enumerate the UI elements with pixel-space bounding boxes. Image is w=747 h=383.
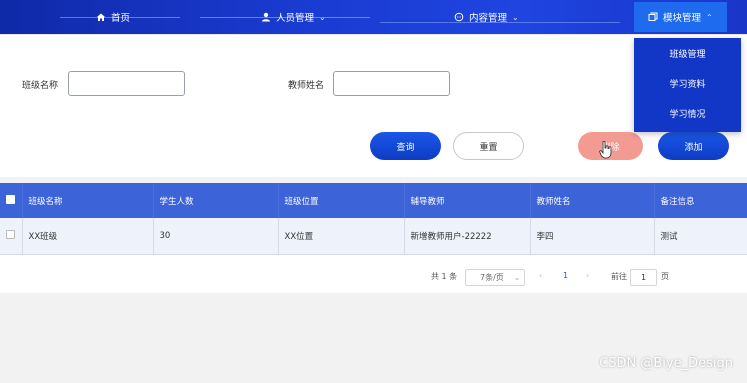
table-cell: 30 bbox=[153, 218, 279, 255]
menu-item-class-management[interactable]: 班级管理 bbox=[634, 38, 741, 68]
data-table: 班级名称 学生人数 班级位置 辅导教师 教师姓名 备注信息 XX班级 30 XX… bbox=[0, 183, 747, 263]
table-cell: 李四 bbox=[530, 218, 655, 255]
nav-item-label: 模块管理 bbox=[663, 13, 702, 24]
table-cell: 测试 bbox=[654, 218, 747, 255]
add-button[interactable]: 添加 bbox=[658, 132, 729, 160]
goto-label: 前往 bbox=[611, 272, 627, 281]
row-checkbox-cell[interactable] bbox=[0, 218, 23, 255]
total-count: 共 1 条 bbox=[431, 272, 458, 281]
teacher-name-input[interactable] bbox=[333, 71, 450, 96]
reset-button[interactable]: 重置 bbox=[453, 132, 524, 160]
nav-item-label: 内容管理 bbox=[469, 13, 508, 24]
column-header: 学生人数 bbox=[153, 183, 279, 218]
hand-cursor-icon bbox=[599, 141, 612, 159]
column-header: 教师姓名 bbox=[530, 183, 655, 218]
class-name-label: 班级名称 bbox=[22, 81, 59, 91]
table-row[interactable]: XX班级 30 XX位置 新增教师用户-22222 李四 测试 bbox=[0, 218, 747, 255]
chevron-down-icon: ⌄ bbox=[512, 12, 519, 22]
chevron-up-icon: ⌃ bbox=[706, 12, 713, 22]
nav-item-label: 首页 bbox=[111, 13, 131, 24]
nav-item-modules[interactable]: 模块管理 ⌃ bbox=[634, 2, 727, 32]
select-all-checkbox-cell[interactable] bbox=[0, 183, 23, 218]
table-cell: 新增教师用户-22222 bbox=[404, 218, 531, 255]
column-header: 辅导教师 bbox=[404, 183, 531, 218]
page-suffix-label: 页 bbox=[661, 272, 669, 281]
query-button[interactable]: 查询 bbox=[370, 132, 441, 160]
modules-dropdown-menu: 班级管理 学习资料 学习情况 bbox=[634, 38, 741, 132]
page-size-value: 7条/页 bbox=[480, 273, 504, 282]
module-icon bbox=[648, 12, 658, 21]
nav-item-label: 人员管理 bbox=[276, 13, 315, 24]
chevron-down-icon: ⌄ bbox=[513, 273, 521, 282]
row-checkbox[interactable] bbox=[6, 229, 15, 239]
current-page-number[interactable]: 1 bbox=[563, 271, 568, 280]
nav-item-home[interactable]: 首页 bbox=[96, 0, 130, 34]
top-nav: 首页 人员管理 ⌄ 内容管理 ⌄ 模块管理 ⌃ bbox=[0, 0, 747, 34]
menu-item-study-status[interactable]: 学习情况 bbox=[634, 98, 741, 128]
pagination: 共 1 条 7条/页 ⌄ ‹ 1 › 前往 1 页 bbox=[0, 263, 747, 293]
teacher-name-label: 教师姓名 bbox=[288, 81, 325, 91]
chevron-down-icon: ⌄ bbox=[319, 12, 326, 22]
user-icon bbox=[262, 12, 270, 22]
menu-item-study-materials[interactable]: 学习资料 bbox=[634, 68, 741, 98]
nav-item-personnel[interactable]: 人员管理 ⌄ bbox=[261, 0, 326, 34]
next-page-button[interactable]: › bbox=[586, 271, 589, 280]
page-size-select[interactable]: 7条/页 ⌄ bbox=[465, 269, 525, 286]
column-header: 班级名称 bbox=[22, 183, 154, 218]
select-all-checkbox[interactable] bbox=[6, 194, 15, 204]
table-header-row: 班级名称 学生人数 班级位置 辅导教师 教师姓名 备注信息 bbox=[0, 183, 747, 218]
goto-page-input[interactable]: 1 bbox=[630, 269, 657, 286]
table-cell: XX班级 bbox=[22, 218, 154, 255]
column-header: 班级位置 bbox=[278, 183, 405, 218]
nav-item-content[interactable]: 内容管理 ⌄ bbox=[454, 0, 519, 34]
home-icon bbox=[97, 13, 105, 21]
watermark: CSDN @Biye_Design bbox=[599, 356, 733, 371]
prev-page-button[interactable]: ‹ bbox=[539, 271, 542, 280]
table-cell: XX位置 bbox=[278, 218, 405, 255]
column-header: 备注信息 bbox=[654, 183, 747, 218]
chat-icon bbox=[454, 12, 464, 22]
class-name-input[interactable] bbox=[68, 71, 185, 96]
